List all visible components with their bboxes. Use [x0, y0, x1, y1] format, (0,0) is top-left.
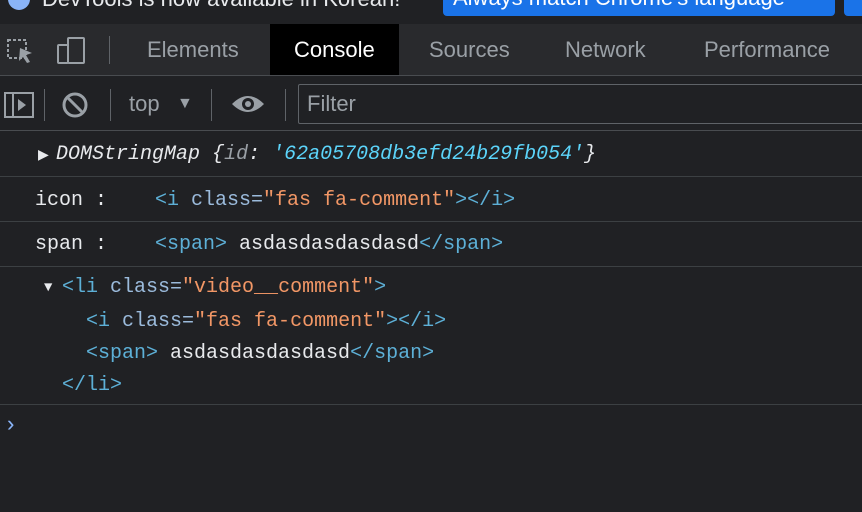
tag-close: </span> — [350, 342, 435, 365]
console-prompt-icon[interactable]: › — [4, 413, 17, 438]
tag-open: <li — [62, 276, 99, 299]
tag-close: ></i> — [386, 310, 447, 333]
chevron-down-icon[interactable]: ▼ — [177, 95, 193, 113]
tag-open: <i — [86, 310, 111, 333]
console-message-span: span : <span> asdasdasdasdasd</span> — [0, 223, 862, 267]
tree-li-close[interactable]: </li> — [62, 374, 122, 397]
tab-network[interactable]: Network — [565, 24, 646, 75]
attr-value: "fas fa-comment" — [194, 310, 387, 333]
console-message-icon: icon : <i class="fas fa-comment"></i> — [0, 178, 862, 222]
sidebar-toggle-icon[interactable] — [4, 91, 34, 124]
attr-name: class= — [191, 189, 264, 212]
toolbar-divider — [109, 36, 110, 64]
tree-span-node[interactable]: <span> asdasdasdasdasd</span> — [86, 342, 434, 365]
object-open-brace: { — [212, 143, 225, 166]
infobar-message: DevTools is now available in Korean! — [42, 0, 400, 12]
tag-open-end: > — [374, 276, 387, 299]
info-icon — [8, 0, 30, 10]
attr-name: class= — [122, 310, 195, 333]
tag-open: <i — [155, 189, 180, 212]
eye-icon[interactable] — [230, 92, 266, 121]
object-close-brace: } — [584, 143, 597, 166]
node-text: asdasdasdasdasd — [239, 233, 420, 256]
tab-performance[interactable]: Performance — [704, 24, 830, 75]
tag-close: ></i> — [455, 189, 516, 212]
object-type: DOMStringMap — [56, 143, 201, 166]
filter-input[interactable] — [298, 84, 862, 124]
attr-name: class= — [110, 276, 183, 299]
log-node[interactable]: <i class="fas fa-comment"></i> — [155, 189, 515, 212]
collapse-triangle-icon[interactable]: ▼ — [44, 280, 52, 296]
object-value: '62a05708db3efd24b29fb054' — [272, 143, 585, 166]
log-label: span : — [35, 233, 108, 256]
toolbar-divider — [285, 89, 286, 121]
object-preview[interactable]: DOMStringMap {id: '62a05708db3efd24b29fb… — [56, 143, 596, 166]
node-text: asdasdasdasdasd — [170, 342, 351, 365]
inspect-element-icon[interactable] — [6, 36, 36, 66]
tag-close: </span> — [419, 233, 504, 256]
infobar: DevTools is now available in Korean! Alw… — [0, 0, 862, 22]
device-toolbar-icon[interactable] — [56, 36, 86, 66]
attr-value: "fas fa-comment" — [263, 189, 456, 212]
clear-console-icon[interactable] — [60, 90, 90, 125]
attr-value: "video__comment" — [182, 276, 375, 299]
tree-i-node[interactable]: <i class="fas fa-comment"></i> — [86, 310, 446, 333]
tag-open: <span> — [155, 233, 228, 256]
match-language-button[interactable]: Always match Chrome's language — [443, 0, 835, 16]
tree-li-open[interactable]: <li class="video__comment"> — [62, 276, 386, 299]
context-selector[interactable]: top — [129, 91, 160, 117]
console-message-li-tree: ▼ <li class="video__comment"> <i class="… — [0, 268, 862, 405]
console-message-dataset: ▶ DOMStringMap {id: '62a05708db3efd24b29… — [0, 132, 862, 177]
tab-sources[interactable]: Sources — [429, 24, 510, 75]
toolbar-divider — [44, 89, 45, 121]
dont-show-again-button[interactable] — [844, 0, 862, 16]
toolbar-divider — [211, 89, 212, 121]
expand-triangle-icon[interactable]: ▶ — [38, 147, 49, 164]
object-colon: : — [248, 143, 261, 166]
object-key: id — [224, 143, 249, 166]
log-node[interactable]: <span> asdasdasdasdasd</span> — [155, 233, 503, 256]
console-toolbar: top ▼ — [0, 77, 862, 131]
log-label: icon : — [35, 189, 108, 212]
tab-elements[interactable]: Elements — [147, 24, 239, 75]
devtools-tabbar: Elements Console Sources Network Perform… — [0, 24, 862, 76]
tab-console[interactable]: Console — [270, 24, 399, 75]
tag-open: <span> — [86, 342, 159, 365]
toolbar-divider — [110, 89, 111, 121]
